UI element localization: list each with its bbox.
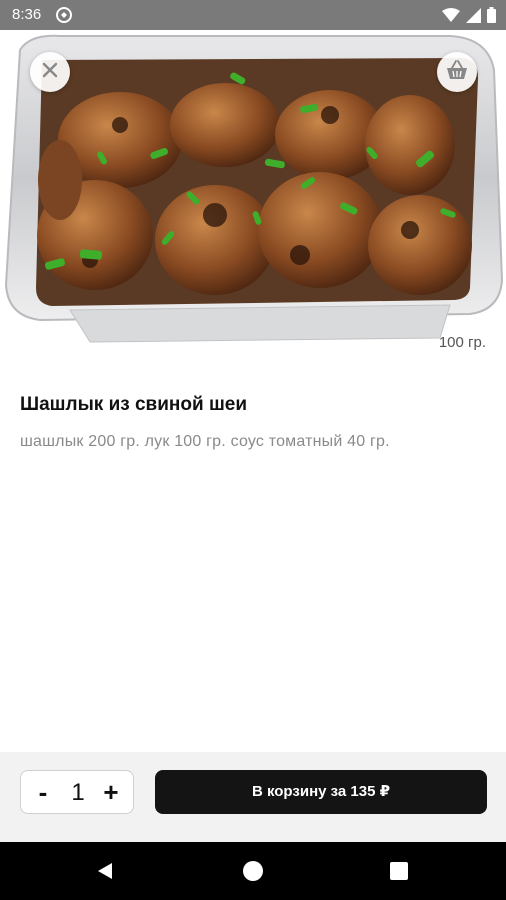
app-notification-icon (56, 7, 72, 28)
back-triangle-icon[interactable] (96, 862, 114, 885)
add-to-cart-button[interactable]: В корзину за 135 ₽ (155, 770, 487, 814)
quantity-value: 1 (71, 779, 85, 806)
decrease-quantity-button[interactable]: - (25, 771, 61, 815)
basket-button[interactable] (437, 52, 477, 92)
product-description: шашлык 200 гр. лук 100 гр. соус томатный… (20, 433, 390, 450)
product-weight: 100 гр. (438, 334, 486, 351)
close-button[interactable] (30, 52, 70, 92)
status-indicators (442, 7, 496, 28)
wifi-icon (442, 7, 460, 28)
product-photo (0, 30, 506, 360)
status-bar: 8:36 (0, 0, 506, 30)
order-action-bar: - 1 + В корзину за 135 ₽ (0, 752, 506, 842)
close-icon (42, 62, 58, 83)
battery-icon (487, 7, 496, 28)
home-circle-icon[interactable] (243, 861, 263, 881)
basket-icon (446, 59, 468, 85)
recents-square-icon[interactable] (390, 862, 408, 880)
product-title: Шашлык из свиной шеи (20, 394, 248, 415)
status-time: 8:36 (12, 6, 42, 23)
cell-signal-icon (466, 7, 481, 28)
increase-quantity-button[interactable]: + (93, 771, 129, 815)
quantity-stepper: - 1 + (20, 770, 134, 814)
system-navigation-bar (0, 842, 506, 900)
